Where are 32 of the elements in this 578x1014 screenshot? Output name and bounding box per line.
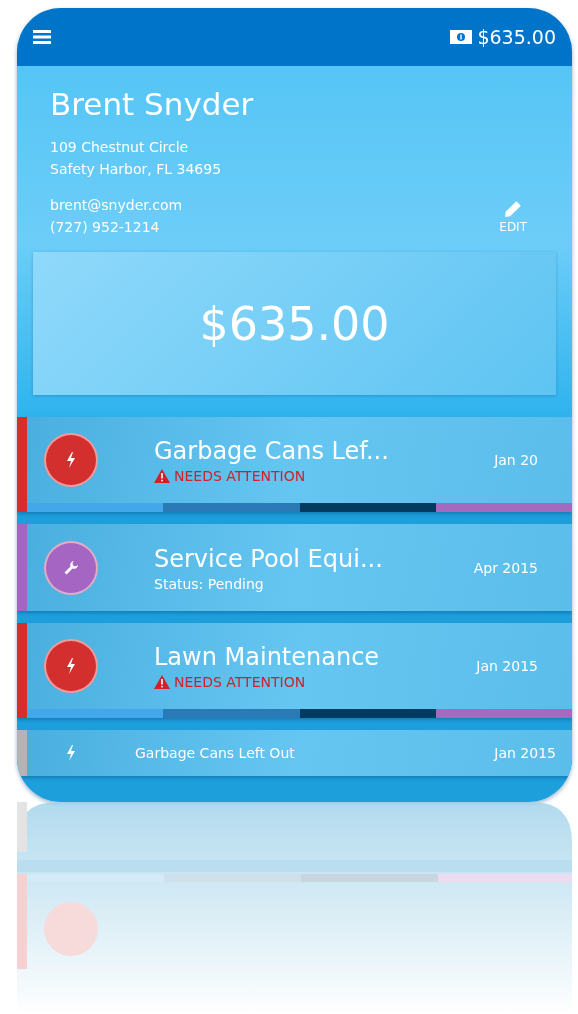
job-card[interactable]: Lawn Maintenance NEEDS ATTENTION Jan 2015 <box>17 623 572 718</box>
job-date: Jan 2015 <box>476 658 538 674</box>
job-card[interactable]: Garbage Cans Left Out Jan 2015 <box>17 730 572 776</box>
job-title: Garbage Cans Lef... <box>154 436 390 466</box>
lightning-icon <box>66 658 76 674</box>
job-card[interactable]: Service Pool Equi... Status: Pending Apr 2015 <box>17 524 572 611</box>
lightning-icon <box>66 452 76 468</box>
job-date: Jan 2015 <box>494 745 556 761</box>
pencil-icon <box>504 200 523 218</box>
balance-total: $635.00 <box>199 296 390 351</box>
status-text: Status: Pending <box>154 575 265 592</box>
job-title: Garbage Cans Left Out <box>135 745 296 761</box>
address-line: Safety Harbor, FL 34695 <box>50 160 223 179</box>
job-date: Apr 2015 <box>473 559 538 576</box>
lightning-icon <box>66 745 76 761</box>
warning-icon <box>154 469 170 483</box>
customer-name: Brent Snyder <box>50 85 255 124</box>
status-text: NEEDS ATTENTION <box>174 674 306 690</box>
email-text: brent@snyder.com <box>50 196 183 215</box>
job-card[interactable]: Garbage Cans Lef... NEEDS ATTENTION Jan 20 <box>17 417 572 512</box>
wrench-icon <box>63 559 79 576</box>
edit-button[interactable]: EDIT <box>499 200 527 234</box>
address-line: 109 Chestnut Circle <box>50 138 190 157</box>
money-icon <box>450 30 473 44</box>
phone-text: (727) 952-1214 <box>50 218 161 237</box>
menu-icon[interactable] <box>33 30 51 44</box>
job-title: Service Pool Equi... <box>154 543 384 574</box>
job-date: Jan 20 <box>494 452 538 468</box>
balance-amount: $635.00 <box>477 26 556 48</box>
job-title: Lawn Maintenance <box>154 642 381 672</box>
warning-icon <box>154 675 170 689</box>
status-text: NEEDS ATTENTION <box>174 468 306 484</box>
